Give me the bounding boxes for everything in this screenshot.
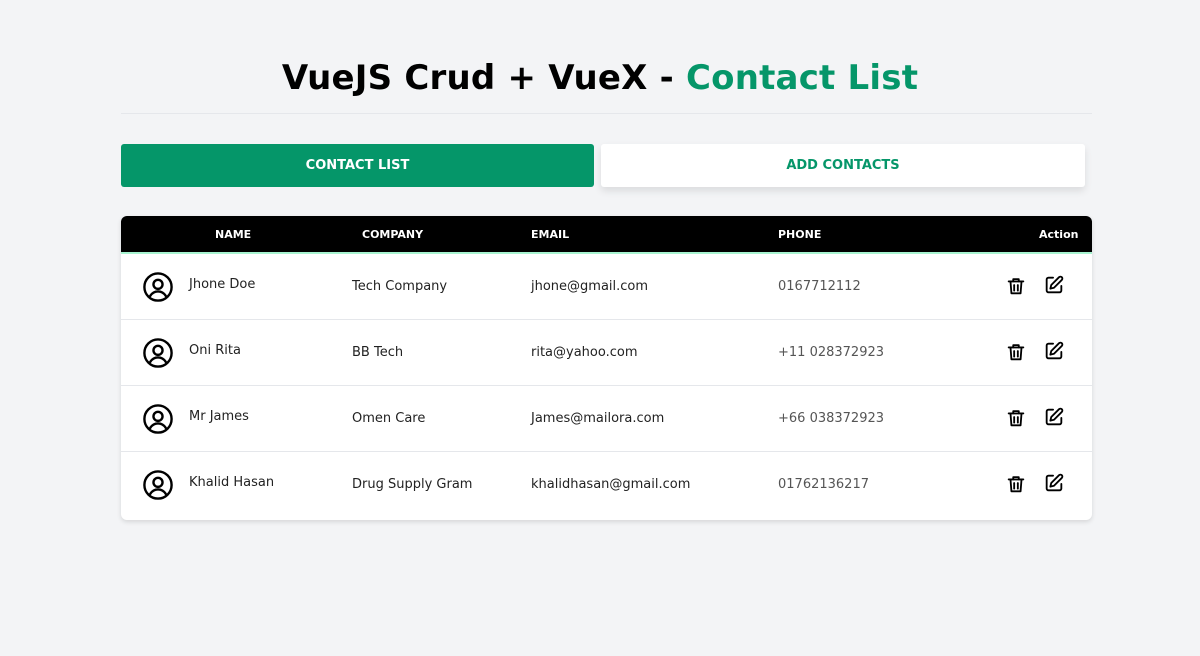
contact-company: Omen Care xyxy=(352,411,426,426)
contact-company: BB Tech xyxy=(352,345,404,360)
add-contacts-button-label: ADD CONTACTS xyxy=(786,158,900,173)
title-divider xyxy=(121,113,1092,114)
user-circle-icon xyxy=(143,272,173,302)
contact-name: Oni Rita xyxy=(189,343,241,358)
trash-icon[interactable] xyxy=(1005,473,1027,495)
page-title-accent: Contact List xyxy=(685,58,919,98)
user-circle-icon xyxy=(143,404,173,434)
contact-phone: +66 038372923 xyxy=(778,411,885,426)
contact-phone: 0167712112 xyxy=(778,279,861,294)
contact-name: Mr James xyxy=(189,409,249,424)
contact-email: rita@yahoo.com xyxy=(531,345,638,360)
page-title: VueJS Crud + VueX - Contact List xyxy=(0,56,1200,100)
column-header-company: COMPANY xyxy=(362,228,424,241)
user-circle-icon xyxy=(143,338,173,368)
add-contacts-button[interactable]: ADD CONTACTS xyxy=(601,144,1085,187)
table-row: Jhone Doe Tech Company jhone@gmail.com 0… xyxy=(121,254,1092,320)
contacts-table: NAME COMPANY EMAIL PHONE Action Jhone Do… xyxy=(121,216,1092,520)
column-header-name: NAME xyxy=(215,228,252,241)
trash-icon[interactable] xyxy=(1005,341,1027,363)
contact-name: Khalid Hasan xyxy=(189,475,275,490)
column-header-email: EMAIL xyxy=(531,228,570,241)
column-header-action: Action xyxy=(1039,228,1079,241)
edit-icon[interactable] xyxy=(1043,472,1065,494)
user-circle-icon xyxy=(143,470,173,500)
contact-name: Jhone Doe xyxy=(189,277,256,292)
column-header-phone: PHONE xyxy=(778,228,822,241)
edit-icon[interactable] xyxy=(1043,406,1065,428)
table-header: NAME COMPANY EMAIL PHONE Action xyxy=(121,216,1092,254)
contact-company: Drug Supply Gram xyxy=(352,477,473,492)
table-row: Khalid Hasan Drug Supply Gram khalidhasa… xyxy=(121,452,1092,518)
contact-email: James@mailora.com xyxy=(531,411,665,426)
contact-list-button-label: CONTACT LIST xyxy=(305,158,410,173)
contact-company: Tech Company xyxy=(352,279,448,294)
table-row: Oni Rita BB Tech rita@yahoo.com +11 0283… xyxy=(121,320,1092,386)
contact-email: jhone@gmail.com xyxy=(531,279,649,294)
table-row: Mr James Omen Care James@mailora.com +66… xyxy=(121,386,1092,452)
edit-icon[interactable] xyxy=(1043,340,1065,362)
contact-list-button[interactable]: CONTACT LIST xyxy=(121,144,594,187)
edit-icon[interactable] xyxy=(1043,274,1065,296)
page: VueJS Crud + VueX - Contact List CONTACT… xyxy=(0,0,1200,656)
contact-email: khalidhasan@gmail.com xyxy=(531,477,691,492)
page-title-main: VueJS Crud + VueX - xyxy=(281,58,686,98)
contact-phone: 01762136217 xyxy=(778,477,869,492)
contact-phone: +11 028372923 xyxy=(778,345,885,360)
trash-icon[interactable] xyxy=(1005,275,1027,297)
trash-icon[interactable] xyxy=(1005,407,1027,429)
